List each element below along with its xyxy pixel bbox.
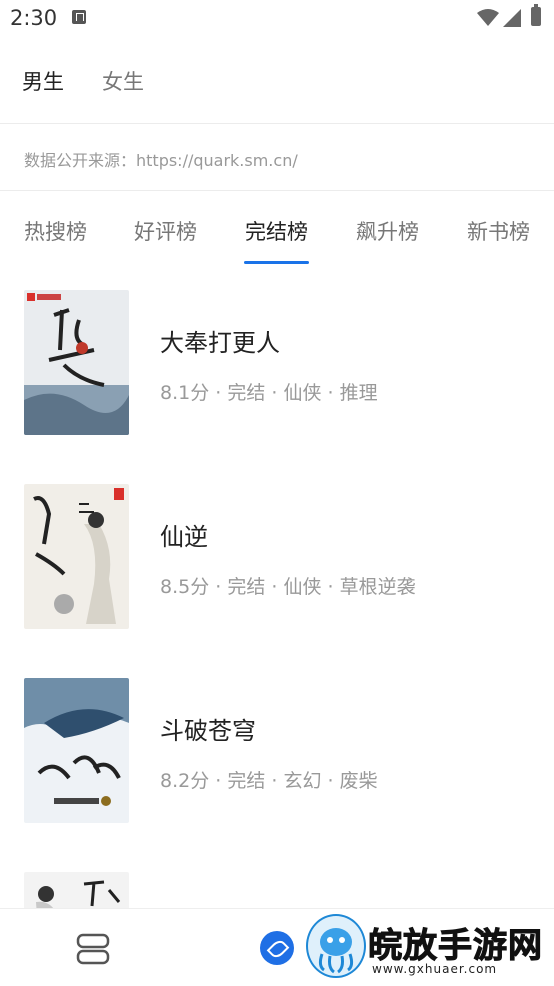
tab-new-books[interactable]: 新书榜	[467, 216, 530, 246]
book-cover[interactable]	[24, 484, 129, 629]
book-title[interactable]: 仙逆	[160, 517, 208, 552]
watermark-title: 皖放手游网	[368, 926, 543, 967]
tab-completed[interactable]: 完结榜	[245, 216, 308, 246]
book-meta: 8.1分 · 完结 · 仙侠 · 推理	[160, 382, 378, 404]
status-time: 2:30	[10, 6, 58, 30]
site-watermark: 皖放手游网 www.gxhuaer.com	[302, 912, 552, 982]
book-item[interactable]: 斗破苍穹 8.2分 · 完结 · 玄幻 · 废柴	[0, 678, 554, 828]
octopus-logo-icon	[306, 914, 366, 978]
watermark-url: www.gxhuaer.com	[372, 962, 498, 976]
book-meta: 8.5分 · 完结 · 仙侠 · 草根逆袭	[160, 576, 416, 598]
gender-tabs: 男生 女生	[0, 60, 554, 104]
compass-icon[interactable]	[260, 931, 294, 965]
book-title[interactable]: 大奉打更人	[160, 323, 280, 358]
battery-icon	[531, 4, 541, 26]
tabs-icon[interactable]	[75, 933, 111, 965]
status-bar: 2:30	[0, 0, 554, 40]
tab-top-rated[interactable]: 好评榜	[134, 216, 197, 246]
divider	[0, 190, 554, 191]
tab-hot-search[interactable]: 热搜榜	[24, 216, 87, 246]
active-tab-indicator	[244, 261, 309, 264]
tab-male[interactable]: 男生	[22, 66, 64, 96]
rank-tabs: 热搜榜 好评榜 完结榜 飙升榜 新书榜	[0, 210, 554, 266]
tab-female[interactable]: 女生	[102, 66, 144, 96]
app-screen: 2:30 男生 女生 数据公开来源：https://quark.sm.cn/ 热…	[0, 0, 554, 986]
book-meta: 8.2分 · 完结 · 玄幻 · 废柴	[160, 770, 378, 792]
wifi-icon	[477, 9, 499, 26]
notification-icon	[72, 10, 86, 24]
book-cover[interactable]	[24, 290, 129, 435]
book-item[interactable]: 仙逆 8.5分 · 完结 · 仙侠 · 草根逆袭	[0, 484, 554, 634]
divider	[0, 123, 554, 124]
data-source-text: 数据公开来源：https://quark.sm.cn/	[24, 151, 298, 170]
signal-icon	[503, 9, 521, 27]
tab-rising[interactable]: 飙升榜	[356, 216, 419, 246]
book-item[interactable]: 大奉打更人 8.1分 · 完结 · 仙侠 · 推理	[0, 290, 554, 440]
book-cover[interactable]	[24, 678, 129, 823]
book-title[interactable]: 斗破苍穹	[160, 711, 256, 746]
